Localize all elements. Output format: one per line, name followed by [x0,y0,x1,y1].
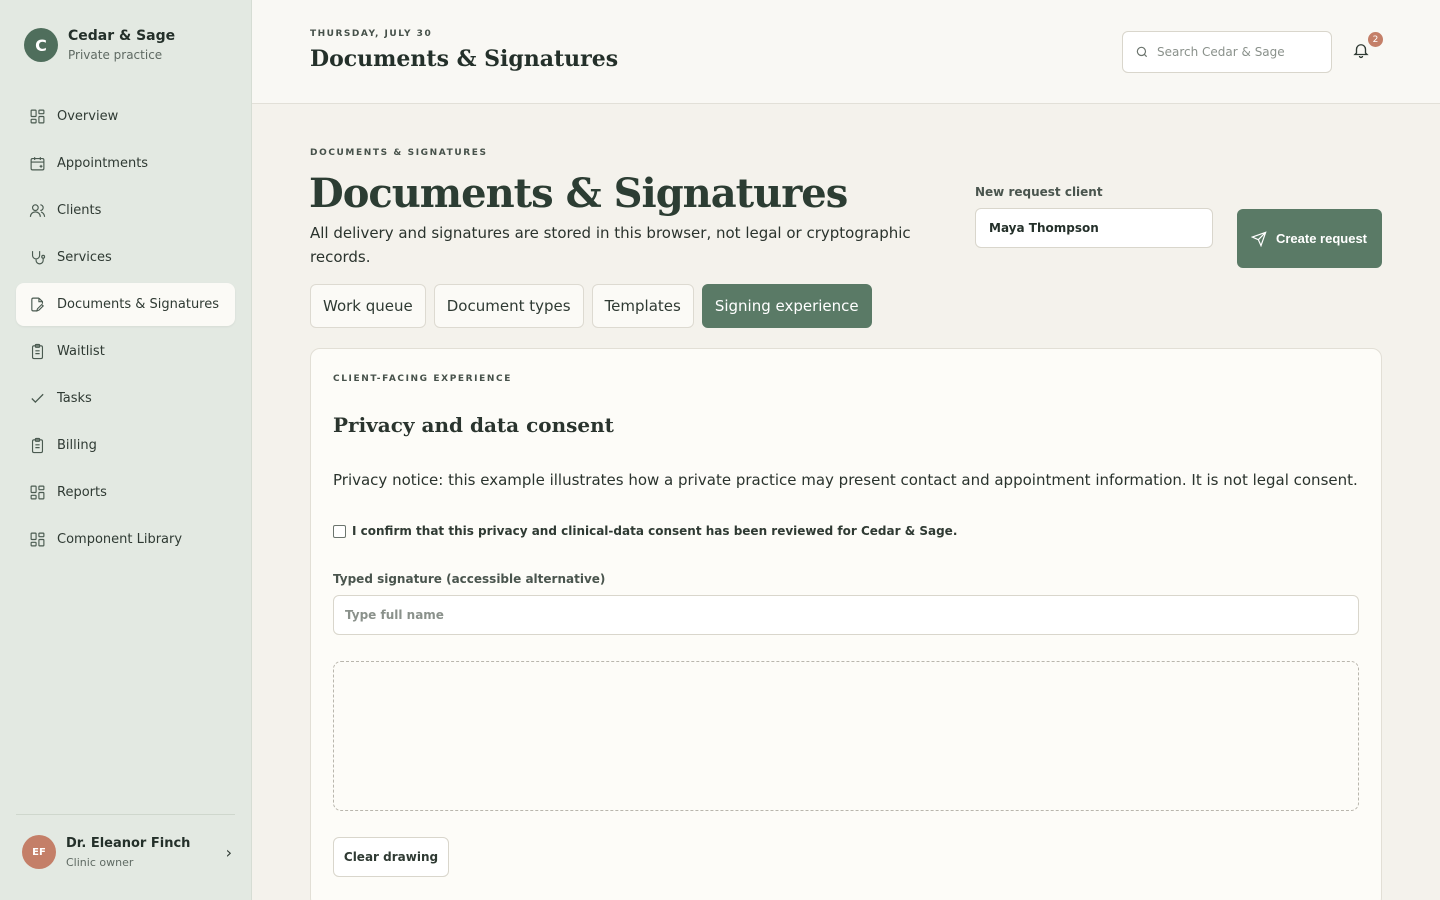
page-title: Documents & Signatures [309,170,848,217]
client-label: New request client [975,185,1103,199]
send-icon [1251,230,1267,247]
sidebar-item-waitlist[interactable]: Waitlist [16,330,235,373]
sidebar-item-label: Documents & Signatures [57,297,220,312]
sidebar-item-services[interactable]: Services [16,236,235,279]
grid-icon [28,108,46,126]
signature-input[interactable] [333,595,1359,635]
user-menu[interactable]: EF Dr. Eleanor Finch Clinic owner › [22,835,232,869]
tab-work-queue[interactable]: Work queue [310,284,426,328]
signature-drawing-pad[interactable] [333,661,1359,811]
grid-icon [28,531,46,549]
brand-name: Cedar & Sage [68,28,176,44]
sidebar-item-appointments[interactable]: Appointments [16,142,235,185]
sidebar-item-documents-signatures[interactable]: Documents & Signatures [16,283,235,326]
signing-card: CLIENT-FACING EXPERIENCE Privacy and dat… [310,348,1382,900]
chevron-right-icon[interactable]: › [226,843,232,862]
topbar: THURSDAY, JULY 30 Documents & Signatures… [252,0,1440,104]
sidebar-item-label: Tasks [57,391,92,406]
sidebar-item-label: Billing [57,438,97,453]
sidebar-item-clients[interactable]: Clients [16,189,235,232]
sidebar-item-label: Services [57,250,112,265]
sidebar-item-billing[interactable]: Billing [16,424,235,467]
clear-drawing-button[interactable]: Clear drawing [333,837,449,877]
sidebar-item-reports[interactable]: Reports [16,471,235,514]
privacy-notice: Privacy notice: this example illustrates… [333,471,1358,489]
sidebar-item-label: Waitlist [57,344,105,359]
search-box[interactable] [1122,31,1332,73]
users-icon [28,202,46,220]
calendar-icon [28,155,46,173]
tabs: Work queue Document types Templates Sign… [310,284,880,328]
create-request-label: Create request [1275,230,1368,246]
grid-icon [28,484,46,502]
confirm-row: I confirm that this privacy and clinical… [333,524,957,538]
user-role: Clinic owner [66,855,134,869]
sidebar-item-label: Appointments [57,156,149,171]
check-icon [28,390,46,408]
brand[interactable]: C Cedar & Sage Private practice [24,28,175,62]
sidebar-item-tasks[interactable]: Tasks [16,377,235,420]
clipboard-icon [28,343,46,361]
sidebar-item-label: Clients [57,203,102,218]
sidebar-nav: Overview Appointments Clients Services D… [16,95,235,565]
brand-subtitle: Private practice [68,48,163,62]
tab-templates[interactable]: Templates [591,284,694,328]
tab-signing-experience[interactable]: Signing experience [701,284,872,328]
sidebar-item-label: Reports [57,485,107,500]
search-input[interactable] [1157,45,1317,59]
document-sign-icon [28,296,46,314]
client-input[interactable] [975,208,1213,248]
stethoscope-icon [28,249,46,267]
topbar-title: Documents & Signatures [310,46,619,72]
sidebar: C Cedar & Sage Private practice Overview… [0,0,252,900]
sidebar-item-component-library[interactable]: Component Library [16,518,235,561]
notification-badge: 2 [1368,32,1383,47]
sidebar-item-label: Overview [57,109,119,124]
page-eyebrow: DOCUMENTS & SIGNATURES [310,148,488,158]
signature-label: Typed signature (accessible alternative) [333,572,606,586]
tab-document-types[interactable]: Document types [433,284,584,328]
user-name: Dr. Eleanor Finch [66,835,191,851]
sidebar-item-label: Component Library [57,532,183,547]
clipboard-icon [28,437,46,455]
sidebar-item-overview[interactable]: Overview [16,95,235,138]
brand-logo: C [24,28,58,62]
confirm-label[interactable]: I confirm that this privacy and clinical… [352,524,957,538]
confirm-checkbox[interactable] [333,524,346,538]
sidebar-divider [16,814,235,815]
create-request-button[interactable]: Create request [1237,209,1382,268]
search-icon [1136,46,1148,58]
card-title: Privacy and data consent [333,413,614,437]
card-eyebrow: CLIENT-FACING EXPERIENCE [333,374,512,384]
page-description: All delivery and signatures are stored i… [310,224,911,266]
avatar: EF [22,835,56,869]
topbar-date: THURSDAY, JULY 30 [310,29,433,39]
